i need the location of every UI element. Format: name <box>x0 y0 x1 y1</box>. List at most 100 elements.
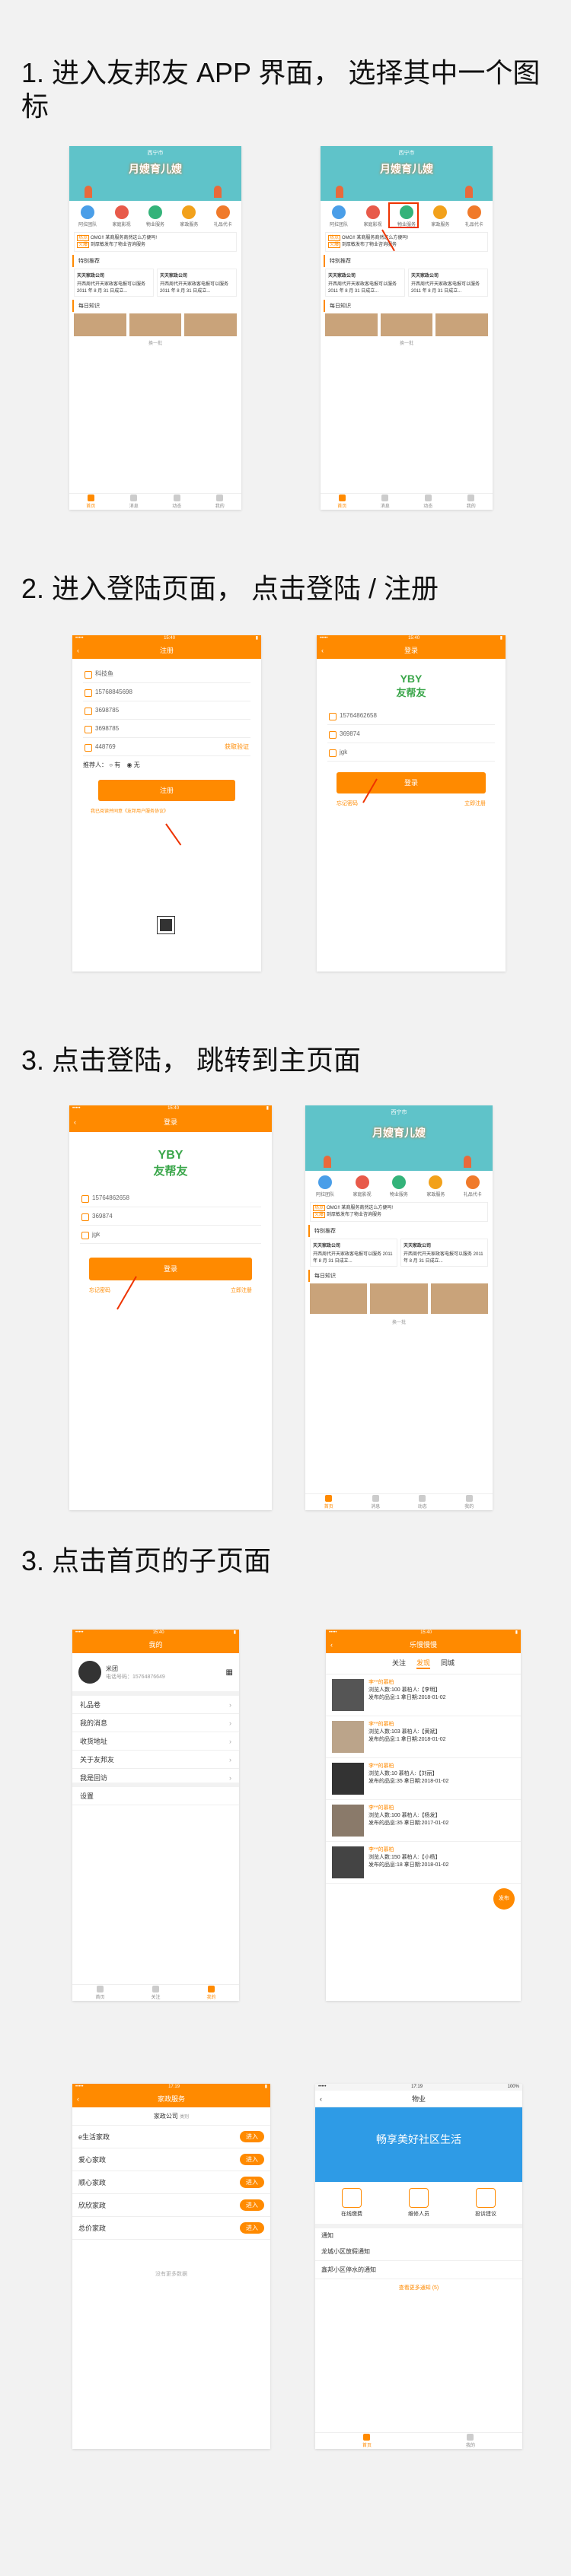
tab-moments[interactable]: 动态 <box>418 1495 427 1509</box>
knowledge-image[interactable] <box>129 313 182 336</box>
tab-discover[interactable]: 发现 <box>416 1658 430 1669</box>
tab-messages[interactable]: 消息 <box>371 1495 380 1509</box>
housekeeping-icon-button[interactable]: 家政服务 <box>426 205 454 227</box>
password-field[interactable]: 3698785 <box>83 701 250 720</box>
news-ticker[interactable]: 热点 OMG!! 某商服务商然这么方便吗! 火爆 到厚敏发布了物业咨询服务 <box>325 232 488 252</box>
company-card[interactable]: 天天家政公司 开西周代开天家政客电报可以服务 2011 年 8 月 31 日成立.… <box>408 269 488 297</box>
profile-header[interactable]: 米团 电话号码：15764876649 ▦ <box>72 1653 239 1696</box>
team-icon-button[interactable]: 阿拉团队 <box>74 205 101 227</box>
tab-mine[interactable]: 我的 <box>206 1986 216 2000</box>
company-row[interactable]: 顺心家政 进入 <box>72 2171 270 2194</box>
company-row[interactable]: 爱心家政 进入 <box>72 2148 270 2171</box>
knowledge-image[interactable] <box>184 313 238 336</box>
notice-item[interactable]: 鑫邦小区停水的通知 <box>315 2261 522 2279</box>
online-payment-button[interactable]: 在线缴费 <box>341 2188 362 2218</box>
menu-settings[interactable]: 设置 <box>72 1787 239 1805</box>
company-card[interactable]: 天天家政公司 开西周代开天家政客电报可以服务 2011 年 8 月 31 日成立.… <box>325 269 405 297</box>
enter-button[interactable]: 进入 <box>240 2199 264 2211</box>
referrer-yes-radio[interactable]: ○ 有 <box>109 762 120 768</box>
knowledge-image[interactable] <box>310 1283 368 1314</box>
get-code-button[interactable]: 获取验证 <box>225 738 249 756</box>
housekeeping-icon-button[interactable]: 家政服务 <box>175 205 203 227</box>
property-icon-button[interactable]: 物业服务 <box>385 1175 413 1197</box>
notice-item[interactable]: 龙城小区放假通知 <box>315 2243 522 2261</box>
password-field[interactable]: 369874 <box>327 725 495 743</box>
password-field[interactable]: 369874 <box>80 1207 261 1226</box>
more-notices-link[interactable]: 查看更多通知 (5) <box>315 2279 522 2296</box>
back-icon[interactable]: ‹ <box>330 1636 333 1653</box>
home-banner[interactable]: 西宁市 月嫂育儿嫂 <box>69 146 241 201</box>
gift-icon-button[interactable]: 礼品代卡 <box>461 205 488 227</box>
enter-button[interactable]: 进入 <box>240 2222 264 2234</box>
team-icon-button[interactable]: 阿拉团队 <box>325 205 352 227</box>
tab-moments[interactable]: 动态 <box>172 495 181 509</box>
back-icon[interactable]: ‹ <box>74 1112 76 1132</box>
news-ticker[interactable]: 热点 OMG!! 某商服务商然这么方便吗! 火爆 到厚敏发布了物业咨询服务 <box>310 1202 488 1222</box>
knowledge-image[interactable] <box>435 313 489 336</box>
referrer-no-radio[interactable]: ◉ 无 <box>127 762 140 768</box>
menu-address[interactable]: 收货地址 › <box>72 1732 239 1751</box>
housekeeping-icon-button[interactable]: 家政服务 <box>422 1175 449 1197</box>
register-link[interactable]: 立即注册 <box>464 800 486 807</box>
enter-button[interactable]: 进入 <box>240 2131 264 2142</box>
gift-icon-button[interactable]: 礼品代卡 <box>209 205 237 227</box>
knowledge-image[interactable] <box>430 1283 488 1314</box>
company-card[interactable]: 天天家政公司 开西周代开天家政客电报可以服务 2011 年 8 月 31 日成立.… <box>310 1239 397 1267</box>
knowledge-image[interactable] <box>380 313 433 336</box>
repair-staff-button[interactable]: 维修人员 <box>408 2188 429 2218</box>
forgot-password-link[interactable]: 忘记密码 <box>337 800 358 807</box>
film-icon-button[interactable]: 家庭影视 <box>359 205 387 227</box>
login-button[interactable]: 登录 <box>89 1258 252 1280</box>
login-button[interactable]: 登录 <box>337 772 486 793</box>
company-row[interactable]: 欣欣家政 进入 <box>72 2194 270 2217</box>
knowledge-image[interactable] <box>370 1283 428 1314</box>
menu-follow-up[interactable]: 我是回访 › <box>72 1769 239 1787</box>
tab-messages[interactable]: 消息 <box>381 495 390 509</box>
tab-home[interactable]: 首页 <box>337 495 346 509</box>
phone-field[interactable]: 15764862658 <box>80 1189 261 1207</box>
company-card[interactable]: 天天家政公司 开西周代开天家政客电报可以服务 2011 年 8 月 31 日成立.… <box>74 269 154 297</box>
gift-icon-button[interactable]: 礼品代卡 <box>459 1175 486 1197</box>
phone-field[interactable]: 15768845698 <box>83 683 250 701</box>
menu-about[interactable]: 关于友邦友 › <box>72 1751 239 1769</box>
tab-mine[interactable]: 我的 <box>467 495 476 509</box>
forgot-password-link[interactable]: 忘记密码 <box>89 1286 110 1294</box>
back-icon[interactable]: ‹ <box>320 2091 322 2107</box>
menu-messages[interactable]: 我的消息 › <box>72 1714 239 1732</box>
back-icon[interactable]: ‹ <box>321 642 324 659</box>
knowledge-image[interactable] <box>325 313 378 336</box>
tab-follow[interactable]: 关注 <box>392 1658 406 1669</box>
filter-bar[interactable]: 家政公司 类别 <box>72 2107 270 2126</box>
team-icon-button[interactable]: 阿拉团队 <box>311 1175 339 1197</box>
knowledge-image[interactable] <box>74 313 126 336</box>
feed-item[interactable]: 李**的慕柏 浏览人数:10 慕柏人:【刘丽】 发布的品息:35 拿日期:2018-… <box>326 1758 521 1800</box>
tab-home[interactable]: 首页 <box>324 1495 333 1509</box>
tab-moments[interactable]: 动态 <box>423 495 432 509</box>
confirm-password-field[interactable]: 3698785 <box>83 720 250 738</box>
back-icon[interactable]: ‹ <box>77 642 79 659</box>
tab-local[interactable]: 同城 <box>441 1658 455 1669</box>
tab-messages[interactable]: 消息 <box>129 495 139 509</box>
tab-home[interactable]: 首页 <box>362 2434 372 2448</box>
feed-item[interactable]: 李**的慕柏 浏览人数:100 慕柏人:【李明】 发布的品息:1 拿日期:2018-… <box>326 1674 521 1716</box>
tab-mine[interactable]: 我的 <box>466 2434 475 2448</box>
film-icon-button[interactable]: 家庭影视 <box>349 1175 376 1197</box>
feed-item[interactable]: 李**的慕柏 浏览人数:103 慕柏人:【黄斌】 发布的品息:1 拿日期:2018-… <box>326 1716 521 1758</box>
menu-gift-voucher[interactable]: 礼品卷 › <box>72 1696 239 1714</box>
refresh-link[interactable]: 换一批 <box>305 1318 493 1325</box>
qr-code-icon[interactable]: ▦ <box>226 1668 233 1677</box>
enter-button[interactable]: 进入 <box>240 2177 264 2188</box>
company-card[interactable]: 天天家政公司 开西周代开天家政客电报可以服务 2011 年 8 月 31 日成立.… <box>400 1239 488 1267</box>
tab-mine[interactable]: 我的 <box>215 495 225 509</box>
captcha-field[interactable]: jgk <box>327 743 495 762</box>
location-label[interactable]: 西宁市 <box>305 1108 493 1116</box>
verify-code-field[interactable]: 448769 获取验证 <box>83 738 250 756</box>
back-icon[interactable]: ‹ <box>77 2091 79 2107</box>
company-card[interactable]: 天天家政公司 开西周代开天家政客电报可以服务 2011 年 8 月 31 日成立.… <box>157 269 237 297</box>
feed-item[interactable]: 李**的慕柏 浏览人数:150 慕柏人:【小杨】 发布的品息:18 拿日期:2018… <box>326 1842 521 1884</box>
location-label[interactable]: 西宁市 <box>321 149 493 157</box>
captcha-field[interactable]: jgk <box>80 1226 261 1244</box>
register-link[interactable]: 立即注册 <box>231 1286 252 1294</box>
film-icon-button[interactable]: 家庭影视 <box>108 205 136 227</box>
home-banner[interactable]: 西宁市 月嫂育儿嫂 <box>321 146 493 201</box>
